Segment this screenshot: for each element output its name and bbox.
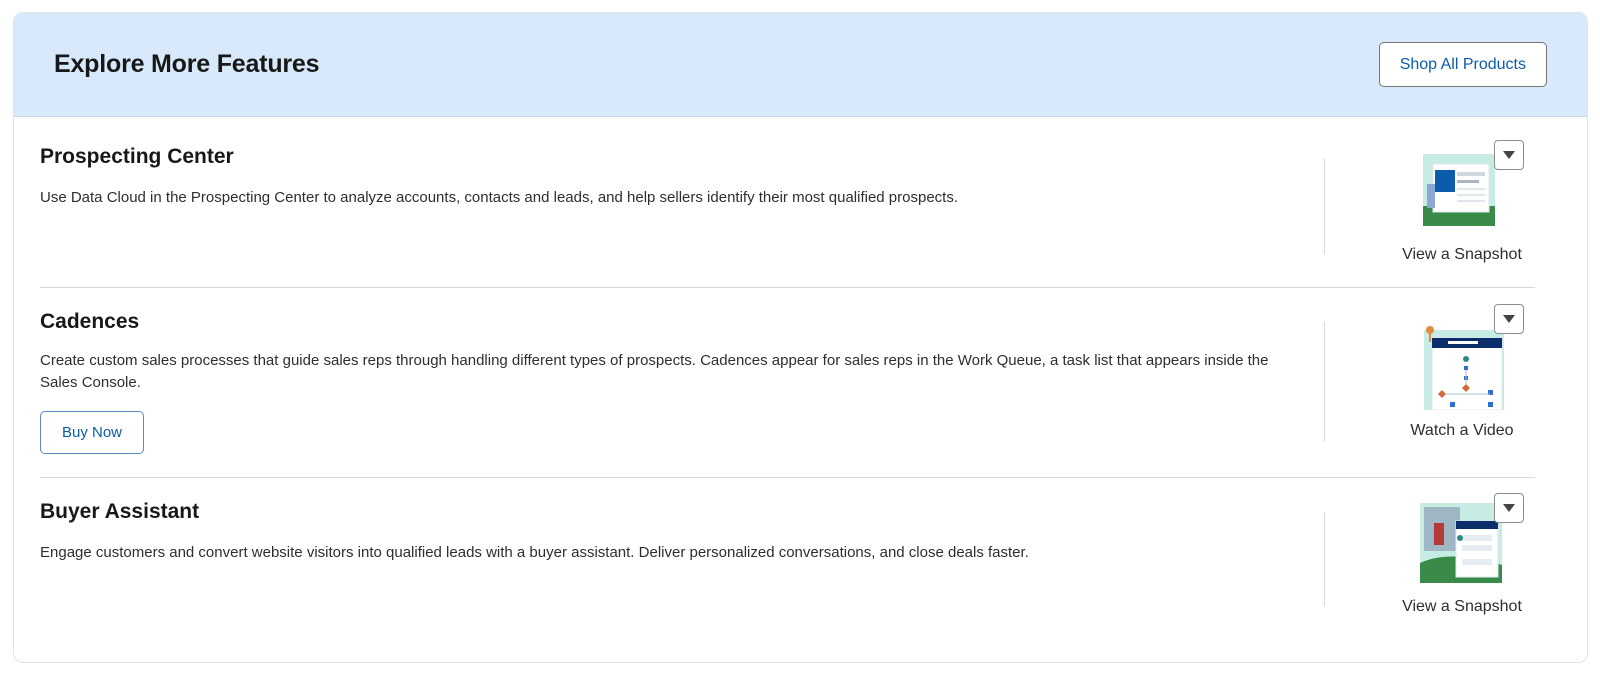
feature-description: Create custom sales processes that guide… (40, 352, 1269, 391)
feature-description: Engage customers and convert website vis… (40, 544, 1029, 561)
expand-toggle-cadences[interactable] (1494, 304, 1524, 334)
feature-title: Buyer Assistant (40, 500, 200, 523)
page-title: Explore More Features (54, 50, 320, 78)
chevron-down-icon (1503, 151, 1515, 159)
prospecting-snapshot-thumbnail[interactable] (1423, 154, 1495, 226)
expand-toggle-buyer-assistant[interactable] (1494, 493, 1524, 523)
card-header: Explore More Features Shop All Products (14, 13, 1587, 117)
view-snapshot-link[interactable]: View a Snapshot (1362, 598, 1562, 616)
buyer-assistant-snapshot-thumbnail[interactable] (1420, 503, 1502, 583)
feature-row-cadences: Cadences Create custom sales processes t… (40, 288, 1535, 478)
cadences-video-thumbnail[interactable] (1420, 326, 1508, 410)
buy-now-button[interactable]: Buy Now (40, 411, 144, 454)
expand-toggle-prospecting[interactable] (1494, 140, 1524, 170)
watch-video-link[interactable]: Watch a Video (1362, 422, 1562, 440)
feature-title: Prospecting Center (40, 145, 234, 168)
shop-all-products-button[interactable]: Shop All Products (1378, 42, 1547, 87)
feature-description: Use Data Cloud in the Prospecting Center… (40, 189, 959, 206)
chevron-down-icon (1503, 315, 1515, 323)
feature-row-prospecting-center: Prospecting Center Use Data Cloud in the… (40, 116, 1535, 288)
view-snapshot-link[interactable]: View a Snapshot (1362, 246, 1562, 264)
feature-row-buyer-assistant: Buyer Assistant Engage customers and con… (40, 478, 1535, 648)
chevron-down-icon (1503, 504, 1515, 512)
feature-title: Cadences (40, 310, 140, 333)
